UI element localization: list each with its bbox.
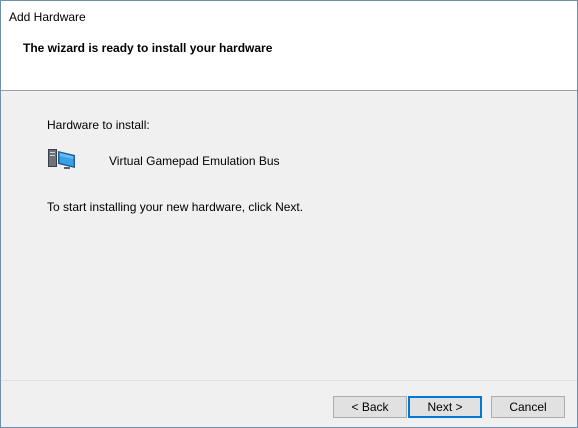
wizard-header: Add Hardware The wizard is ready to inst…: [1, 1, 577, 91]
next-button[interactable]: Next >: [408, 396, 482, 418]
hardware-to-install-label: Hardware to install:: [47, 118, 150, 132]
instruction-text: To start installing your new hardware, c…: [47, 200, 304, 214]
wizard-heading: The wizard is ready to install your hard…: [23, 41, 273, 55]
hardware-name: Virtual Gamepad Emulation Bus: [109, 154, 280, 168]
back-button[interactable]: < Back: [333, 396, 407, 418]
add-hardware-window: Add Hardware The wizard is ready to inst…: [0, 0, 578, 428]
computer-hardware-icon: [48, 149, 75, 169]
footer-divider: [1, 380, 577, 381]
cancel-button[interactable]: Cancel: [491, 396, 565, 418]
window-title: Add Hardware: [9, 10, 86, 24]
wizard-content: Hardware to install: Virtual Gamepad Emu…: [1, 91, 577, 381]
